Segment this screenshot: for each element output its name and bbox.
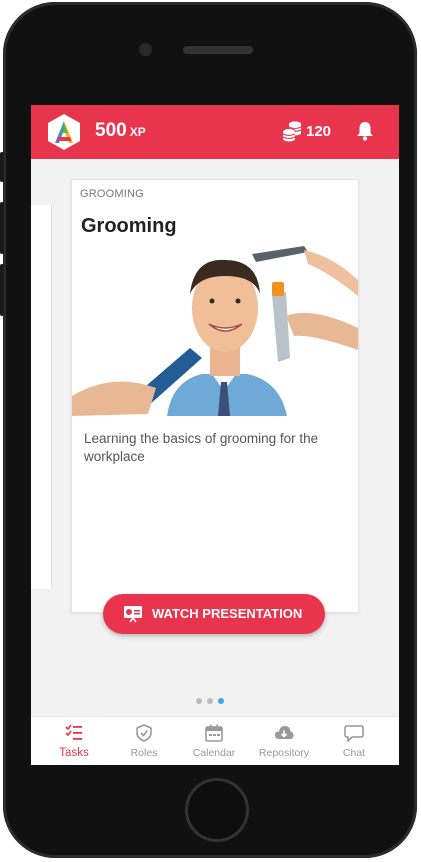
pager-dot-3[interactable] xyxy=(218,698,224,704)
pager-dot-1[interactable] xyxy=(196,698,202,704)
tab-repository-label: Repository xyxy=(258,747,310,759)
front-camera xyxy=(139,43,152,56)
watch-presentation-button[interactable]: WATCH PRESENTATION xyxy=(103,594,325,634)
module-card[interactable]: GROOMING Grooming Learning the basics of… xyxy=(71,179,359,613)
tab-tasks-label: Tasks xyxy=(59,747,89,759)
previous-card-peek[interactable] xyxy=(31,205,52,589)
tab-roles-label: Roles xyxy=(130,747,158,759)
bottom-tab-bar: Tasks Roles Calendar Repository Chat xyxy=(31,716,399,765)
tab-tasks[interactable]: Tasks xyxy=(38,717,110,765)
coins-count: 120 xyxy=(306,123,332,140)
mute-switch xyxy=(0,152,4,182)
phone-frame: 500 XP 120 GROOMING Grooming Learning th… xyxy=(0,2,417,858)
tab-roles[interactable]: Roles xyxy=(108,717,180,765)
card-title: Grooming xyxy=(81,215,177,237)
xp-value: 500 xyxy=(95,120,127,141)
volume-down-button xyxy=(0,264,4,316)
card-category: GROOMING xyxy=(80,188,144,200)
volume-up-button xyxy=(0,202,4,254)
tab-chat-label: Chat xyxy=(342,747,366,759)
home-button[interactable] xyxy=(185,778,249,842)
pager-dots xyxy=(196,698,236,706)
watch-presentation-label: WATCH PRESENTATION xyxy=(152,606,303,621)
tab-calendar-label: Calendar xyxy=(192,747,236,759)
pager-dot-2[interactable] xyxy=(207,698,213,704)
card-image xyxy=(72,246,358,416)
app-header: 500 XP 120 xyxy=(31,105,399,159)
tab-calendar[interactable]: Calendar xyxy=(178,717,250,765)
cloud-icon xyxy=(275,726,294,739)
xp-counter: 500 XP xyxy=(95,120,146,142)
chat-icon xyxy=(344,725,364,742)
bell-icon[interactable] xyxy=(356,121,374,141)
xp-unit: XP xyxy=(129,125,146,139)
calendar-icon xyxy=(205,724,223,742)
tab-repository[interactable]: Repository xyxy=(248,717,320,765)
earpiece-speaker xyxy=(183,46,253,54)
presentation-icon xyxy=(124,606,142,623)
app-logo-icon[interactable] xyxy=(45,113,83,151)
card-description: Learning the basics of grooming for the … xyxy=(84,431,319,464)
coins-icon xyxy=(282,121,302,142)
tasks-icon xyxy=(65,724,82,740)
tab-chat[interactable]: Chat xyxy=(318,717,390,765)
app-screen: 500 XP 120 GROOMING Grooming Learning th… xyxy=(31,105,399,765)
roles-icon xyxy=(136,724,152,742)
